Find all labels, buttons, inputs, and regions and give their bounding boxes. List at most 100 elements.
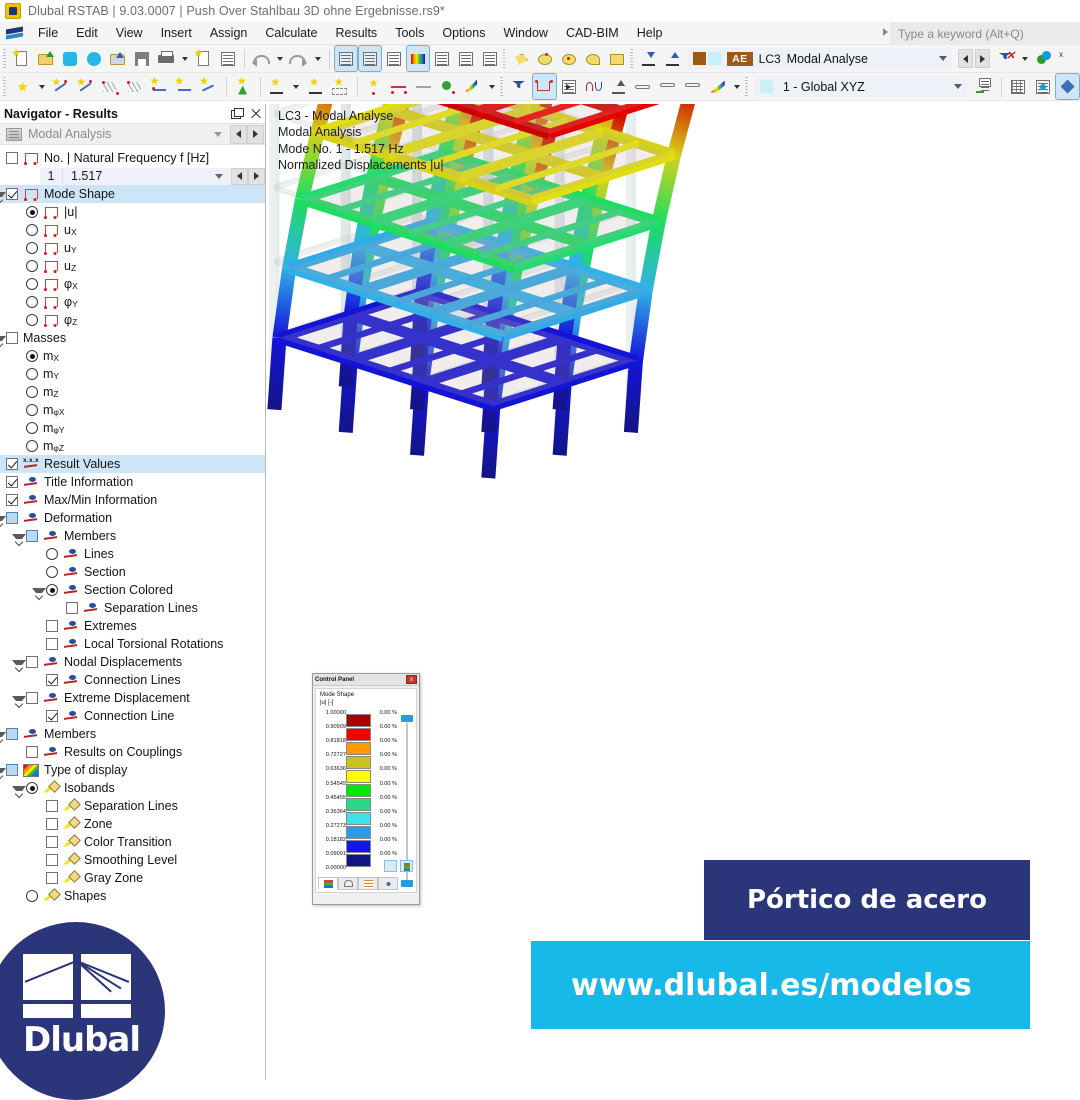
control-panel[interactable]: Control Panel x Mode Shape |u| [-] 1.000… [312,673,420,905]
tree-checkbox-def-separation-lines[interactable] [66,602,78,614]
control-panel-close-icon[interactable]: x [406,675,417,684]
load-wizard-icon[interactable] [462,74,485,99]
tree-expander-nodal-displacements[interactable] [12,659,26,665]
redo-dropdown-icon[interactable] [314,56,321,61]
new-load-icon[interactable] [363,74,386,99]
printout-report-icon[interactable] [193,46,215,71]
hinge-release-2-icon[interactable] [657,74,680,99]
tree-item-mode-shape[interactable]: Mode Shape [0,185,265,203]
console-icon[interactable] [431,46,453,71]
tree-item-my[interactable]: mY [0,365,265,383]
tab-factors[interactable] [338,877,358,890]
document-icon[interactable] [217,46,239,71]
dimension-free-icon[interactable] [329,74,352,99]
toolbar2-gripper-2[interactable] [500,76,504,97]
tree-checkbox-maxmin-information[interactable] [6,494,18,506]
toolbar-gripper[interactable] [3,48,6,69]
hinge-release-3-icon[interactable] [682,74,705,99]
menu-item-calculate[interactable]: Calculate [256,23,326,43]
tree-checkbox-def-extremes[interactable] [46,620,58,632]
open-folder-icon[interactable] [35,46,57,71]
animation-icon[interactable] [558,74,581,99]
tree-item-type-of-display[interactable]: Type of display [0,761,265,779]
tree-item-def-section-colored[interactable]: Section Colored [0,581,265,599]
load-wizard-dropdown-icon[interactable] [489,84,496,89]
color-scale-dropdown-icon[interactable] [734,84,741,89]
tree-checkbox-deformation[interactable] [6,512,18,524]
toolbar2-gripper-3[interactable] [745,76,748,97]
tree-expander-extreme-displacement[interactable] [12,695,26,701]
tree-item-def-extremes[interactable]: Extremes [0,617,265,635]
table-view-icon[interactable] [383,46,405,71]
menu-item-assign[interactable]: Assign [201,23,257,43]
menu-item-help[interactable]: Help [628,23,672,43]
new-member-hinge-icon[interactable] [173,74,196,99]
tree-checkbox-type-of-display[interactable] [6,764,18,776]
tree-item-results-on-couplings[interactable]: Results on Couplings [0,743,265,761]
filter-dropdown-icon[interactable] [1022,56,1029,61]
ucs-icon[interactable] [1055,73,1080,100]
tree-item-mphiz[interactable]: mφZ [0,437,265,455]
menu-item-insert[interactable]: Insert [152,23,201,43]
load-case-chevron-down-icon[interactable] [938,56,947,61]
tree-item-mz[interactable]: mZ [0,383,265,401]
info-panel-icon[interactable] [479,46,501,71]
tree-item-def-members[interactable]: Members [0,527,265,545]
tree-item-ed-connection-line[interactable]: Connection Line [0,707,265,725]
analysis-next-button[interactable] [247,124,264,144]
tree-checkbox-results-on-couplings[interactable] [26,746,38,758]
tree-radio-isobands[interactable] [26,782,38,794]
tree-checkbox-nodal-displacements[interactable] [26,656,38,668]
tree-checkbox-iso-smoothing-level[interactable] [46,854,58,866]
tree-item-u-abs[interactable]: |u| [0,203,265,221]
search-input[interactable]: Type a keyword (Alt+Q) [890,22,1080,45]
menu-item-file[interactable]: File [29,23,67,43]
tree-item-def-lines[interactable]: Lines [0,545,265,563]
undo-icon[interactable] [250,46,272,71]
dimension-x-icon[interactable] [265,74,288,99]
snap-settings-icon[interactable] [1031,74,1054,99]
tree-checkbox-result-values[interactable] [6,458,18,470]
line-load-icon[interactable] [412,74,435,99]
coordinate-system-selector[interactable]: 1 - Global XYZ [754,76,967,97]
tree-item-freq-combo[interactable]: 1 1.517 [0,167,265,185]
tree-checkbox-title-information[interactable] [6,476,18,488]
tree-item-mphix[interactable]: mφX [0,401,265,419]
tree-checkbox-extreme-displacement[interactable] [26,692,38,704]
toolbar2-gripper[interactable] [3,76,6,97]
menu-item-view[interactable]: View [107,23,152,43]
tree-radio-def-section[interactable] [46,566,58,578]
tree-checkbox-iso-color-transition[interactable] [46,836,58,848]
tree-checkbox-iso-zone[interactable] [46,818,58,830]
xyz-icon[interactable]: x [1057,46,1079,71]
tree-checkbox-masses[interactable] [6,332,18,344]
navigator-panel-icon[interactable] [333,45,358,72]
menu-item-options[interactable]: Options [433,23,494,43]
print-dropdown-icon[interactable] [181,56,188,61]
undo-dropdown-icon[interactable] [276,56,283,61]
redo-icon[interactable] [288,46,310,71]
deformation-view-icon[interactable] [531,73,557,100]
tree-item-iso-zone[interactable]: Zone [0,815,265,833]
tree-checkbox-nd-connection-lines[interactable] [46,674,58,686]
diagram-icon[interactable] [583,74,606,99]
tree-item-isobands[interactable]: Isobands [0,779,265,797]
new-member-icon[interactable] [50,74,73,99]
menu-item-edit[interactable]: Edit [67,23,107,43]
result-table-icon[interactable] [405,45,430,72]
select-free-icon[interactable] [582,46,604,71]
tree-item-def-local-torsional[interactable]: Local Torsional Rotations [0,635,265,653]
tree-item-title-information[interactable]: Title Information [0,473,265,491]
dimension-xx-icon[interactable] [304,74,327,99]
toolbar-gripper-2[interactable] [502,48,506,69]
tree-radio-def-lines[interactable] [46,548,58,560]
select-special-icon[interactable] [534,46,556,71]
tree-radio-def-section-colored[interactable] [46,584,58,596]
tree-item-nd-connection-lines[interactable]: Connection Lines [0,671,265,689]
new-line-support-icon[interactable] [149,74,172,99]
coordinate-system-icon[interactable] [973,74,996,99]
tab-display[interactable] [378,877,398,890]
tree-item-masses[interactable]: Masses [0,329,265,347]
tree-radio-mphiy[interactable] [26,422,38,434]
project-navigator-icon[interactable] [357,45,382,72]
